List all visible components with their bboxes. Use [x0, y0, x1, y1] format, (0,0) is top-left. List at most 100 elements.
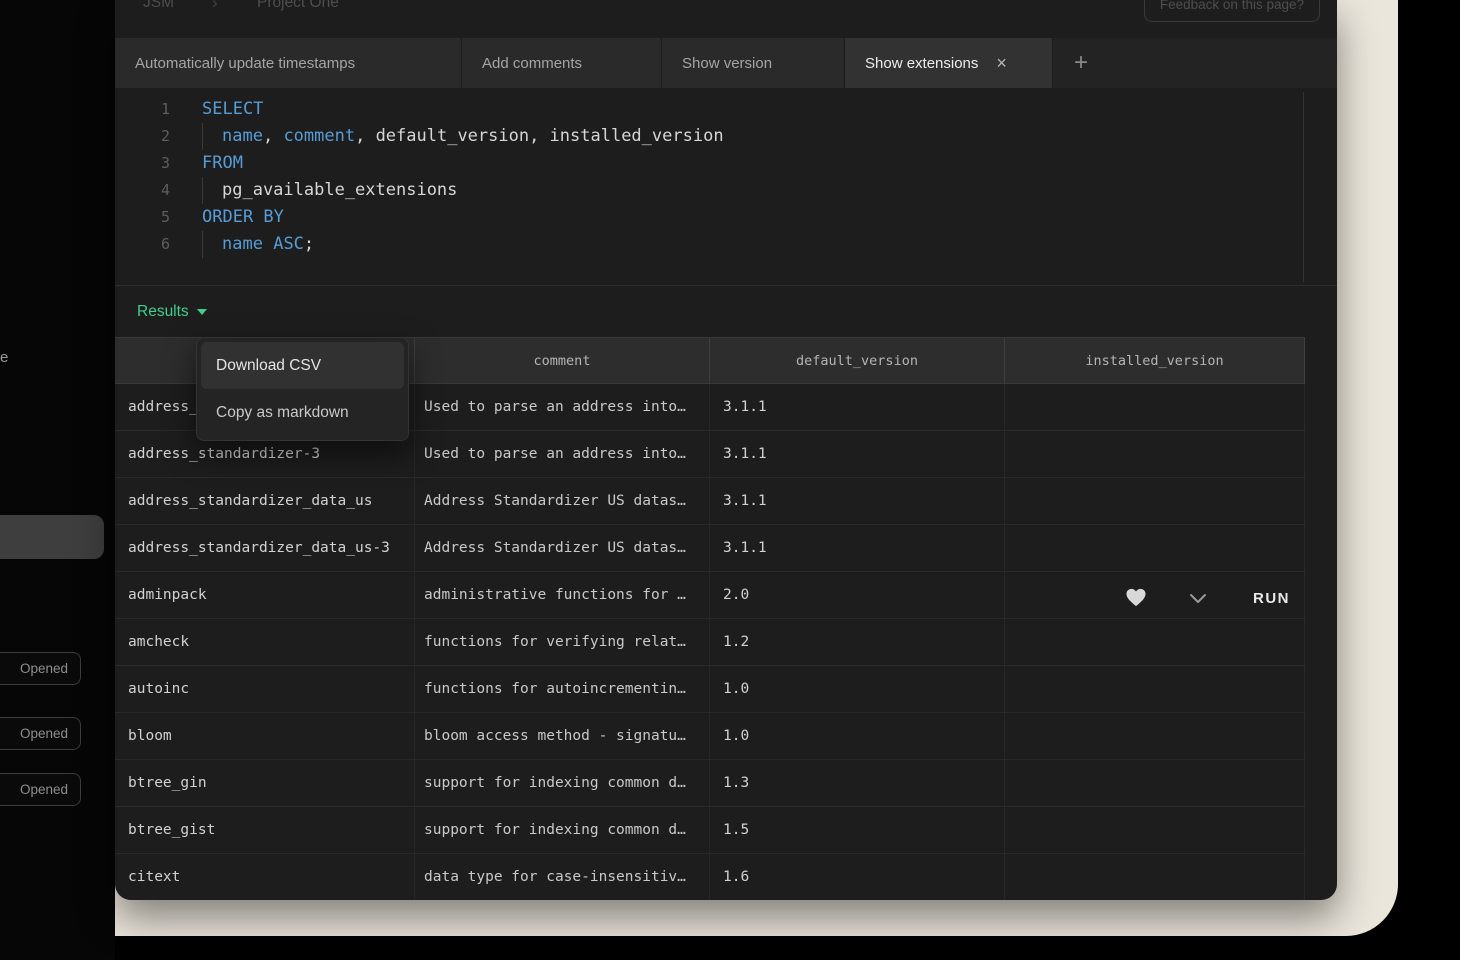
code-line: 4pg_available_extensions	[115, 177, 1337, 204]
table-cell: support for indexing common d…	[415, 807, 710, 853]
sql-editor[interactable]: 1 SELECT 2 name, comment, default_version, …	[115, 88, 1337, 285]
code-token	[263, 234, 273, 254]
table-cell: Used to parse an address into…	[415, 384, 710, 430]
table-row[interactable]: citextdata type for case-insensitiv…1.6	[115, 854, 1305, 900]
table-row[interactable]: adminpackadministrative functions for …2…	[115, 572, 1305, 619]
table-row[interactable]: btree_ginsupport for indexing common d…1…	[115, 760, 1305, 807]
cropped-text-fragment: e	[0, 349, 8, 366]
background-highlighted-row	[0, 515, 104, 559]
table-cell: address_standardizer_data_us	[115, 478, 415, 524]
table-cell: administrative functions for …	[415, 572, 710, 618]
table-cell: bloom	[115, 713, 415, 759]
caret-down-icon	[197, 309, 207, 315]
table-row[interactable]: bloombloom access method - signatu…1.0	[115, 713, 1305, 760]
breadcrumb-chevron-icon: ›	[212, 0, 218, 13]
feedback-button-label: Feedback on this page?	[1160, 0, 1304, 12]
table-row[interactable]: btree_gistsupport for indexing common d……	[115, 807, 1305, 854]
table-cell	[1005, 713, 1305, 759]
breadcrumb-org[interactable]: JSM	[143, 0, 174, 12]
table-cell: 2.0	[710, 572, 1005, 618]
table-cell	[1005, 619, 1305, 665]
column-header-installed-version[interactable]: installed_version	[1005, 338, 1305, 383]
code-token: SELECT	[202, 99, 263, 119]
opened-badge: Opened	[0, 652, 81, 685]
table-cell	[1005, 572, 1305, 618]
table-cell: 1.3	[710, 760, 1005, 806]
feedback-button[interactable]: Feedback on this page?	[1144, 0, 1320, 22]
table-cell	[1005, 666, 1305, 712]
code-text: name ASC;	[202, 231, 314, 258]
table-row[interactable]: address_standardizer_data_usAddress Stan…	[115, 478, 1305, 525]
tab-add-comments[interactable]: Add comments	[462, 38, 662, 88]
code-line: 2 name, comment, default_version, install…	[115, 123, 1337, 150]
table-cell	[1005, 478, 1305, 524]
table-cell: btree_gin	[115, 760, 415, 806]
table-cell: btree_gist	[115, 807, 415, 853]
table-cell: Address Standardizer US datas…	[415, 478, 710, 524]
menu-item-download-csv[interactable]: Download CSV	[201, 342, 404, 389]
tab-show-version[interactable]: Show version	[662, 38, 845, 88]
table-cell: 3.1.1	[710, 478, 1005, 524]
tab-label: Add comments	[482, 55, 582, 72]
indent-guide	[202, 177, 222, 204]
background-left-sidebar: e Opened Opened Opened	[0, 0, 115, 960]
line-number: 2	[115, 123, 170, 150]
table-cell: functions for autoincrementin…	[415, 666, 710, 712]
line-number: 1	[115, 96, 170, 123]
table-cell	[1005, 384, 1305, 430]
editor-scrollbar[interactable]	[1303, 92, 1304, 282]
breadcrumb-project[interactable]: Project One	[257, 0, 339, 12]
column-header-comment[interactable]: comment	[415, 338, 710, 383]
code-token: ORDER BY	[202, 207, 284, 227]
table-cell	[1005, 760, 1305, 806]
indent-guide	[202, 123, 222, 150]
table-cell: bloom access method - signatu…	[415, 713, 710, 759]
table-cell: 1.0	[710, 666, 1005, 712]
code-line: 1 SELECT	[115, 96, 1337, 123]
code-text: pg_available_extensions	[202, 177, 457, 204]
opened-badge-label: Opened	[20, 782, 68, 797]
table-cell	[1005, 854, 1305, 900]
code-line: 6 name ASC;	[115, 231, 1337, 258]
column-header-default-version[interactable]: default_version	[710, 338, 1005, 383]
opened-badge: Opened	[0, 717, 81, 750]
code-text: name, comment, default_version, installe…	[202, 123, 724, 150]
menu-item-copy-as-markdown[interactable]: Copy as markdown	[201, 389, 404, 436]
line-number: 6	[115, 231, 170, 258]
tab-bar: Automatically update timestamps Add comme…	[115, 38, 1337, 88]
indent-guide	[202, 231, 222, 258]
table-cell: 1.5	[710, 807, 1005, 853]
code-text: SELECT	[202, 96, 263, 123]
code-text: ORDER BY	[202, 204, 284, 231]
table-cell	[1005, 525, 1305, 571]
table-row[interactable]: amcheckfunctions for verifying relat…1.2	[115, 619, 1305, 666]
code-token: ;	[304, 234, 314, 254]
tab-label: Show version	[682, 55, 772, 72]
results-dropdown[interactable]: Results	[137, 286, 207, 337]
table-row[interactable]: address_standardizer_data_us-3Address St…	[115, 525, 1305, 572]
new-tab-icon[interactable]: +	[1074, 49, 1088, 77]
opened-badge-label: Opened	[20, 661, 68, 676]
table-cell: 1.0	[710, 713, 1005, 759]
sql-editor-window: JSM › Project One Feedback on this page?…	[115, 0, 1337, 900]
table-cell: adminpack	[115, 572, 415, 618]
table-cell: Used to parse an address into…	[415, 431, 710, 477]
results-label: Results	[137, 303, 189, 321]
code-text: FROM	[202, 150, 243, 177]
results-toolbar: Results RUN	[115, 286, 1337, 337]
code-token: ASC	[273, 234, 304, 254]
close-tab-icon[interactable]: ×	[996, 54, 1007, 72]
line-number: 5	[115, 204, 170, 231]
tab-label: Show extensions	[865, 55, 978, 72]
table-cell: 1.2	[710, 619, 1005, 665]
table-cell: amcheck	[115, 619, 415, 665]
code-token: ,	[263, 126, 283, 146]
table-cell: autoinc	[115, 666, 415, 712]
table-cell: 3.1.1	[710, 384, 1005, 430]
table-cell: functions for verifying relat…	[415, 619, 710, 665]
code-line: 3FROM	[115, 150, 1337, 177]
tab-show-extensions[interactable]: Show extensions ×	[845, 38, 1053, 88]
table-row[interactable]: autoincfunctions for autoincrementin…1.0	[115, 666, 1305, 713]
tab-automatically-update-timestamps[interactable]: Automatically update timestamps	[115, 38, 462, 88]
table-cell: address_standardizer_data_us-3	[115, 525, 415, 571]
